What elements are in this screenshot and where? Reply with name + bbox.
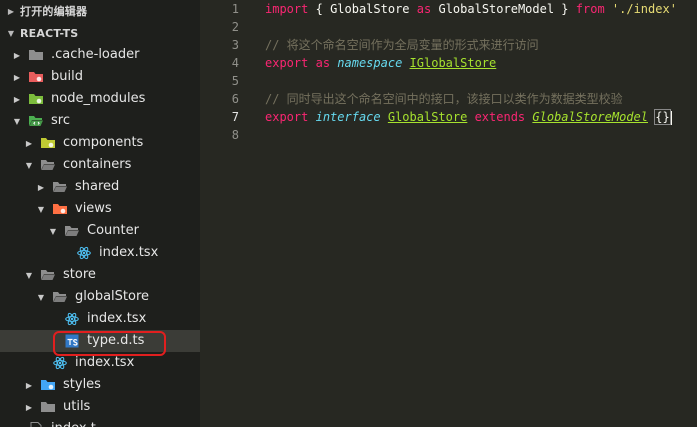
tree-item-label: build — [51, 69, 83, 84]
chevron-down-icon[interactable]: ▼ — [11, 117, 23, 126]
chevron-right-icon[interactable]: ▶ — [35, 183, 47, 192]
code-editor[interactable]: 1 2 3 4 5 6 7 8 import { GlobalStore as GlobalS… — [200, 0, 697, 427]
line-number: 5 — [231, 74, 239, 88]
tree-item[interactable]: ▼ src — [0, 110, 200, 132]
chevron-down-icon[interactable]: ▼ — [35, 205, 47, 214]
code-line-4[interactable]: export as namespace IGlobalStore — [265, 54, 695, 72]
code-line-6[interactable]: // 同时导出这个命名空间中的接口，该接口以类作为数据类型校验 — [265, 90, 695, 108]
folder-views-icon — [53, 202, 67, 216]
text-cursor — [669, 110, 672, 125]
tree-item[interactable]: ▶index.tsx — [0, 242, 200, 264]
tree-item-label: containers — [63, 157, 132, 172]
tree-item[interactable]: ▶index.tsx — [0, 308, 200, 330]
file-icon — [29, 422, 43, 427]
tree-item[interactable]: ▼ containers — [0, 154, 200, 176]
tree-item-label: components — [63, 135, 144, 150]
line-number: 6 — [231, 92, 239, 106]
project-header[interactable]: ▼ REACT-TS — [0, 22, 200, 44]
chevron-right-icon[interactable]: ▶ — [11, 51, 23, 60]
chevron-down-icon[interactable]: ▼ — [23, 161, 35, 170]
tree-item-label: styles — [63, 377, 101, 392]
tree-item[interactable]: ▶ styles — [0, 374, 200, 396]
line-number-gutter: 1 2 3 4 5 6 7 8 — [200, 0, 250, 144]
tree-item[interactable]: ▶ components — [0, 132, 200, 154]
folder-build-icon — [29, 70, 43, 84]
code-line-8[interactable] — [265, 126, 695, 144]
tree-item[interactable]: ▶ build — [0, 66, 200, 88]
react-icon — [53, 356, 67, 370]
tree-item-label: index.tsx — [75, 355, 135, 370]
react-icon — [77, 246, 91, 260]
tree-item[interactable]: ▼ views — [0, 198, 200, 220]
tree-item-label: node_modules — [51, 91, 146, 106]
tree-item-label: Counter — [87, 223, 139, 238]
tree-item[interactable]: ▶ node_modules — [0, 88, 200, 110]
line-number: 1 — [231, 2, 239, 16]
tree-item[interactable]: ▶ utils — [0, 396, 200, 418]
folder-open-icon — [41, 158, 55, 172]
tree-item-label: utils — [63, 399, 91, 414]
chevron-right-icon[interactable]: ▶ — [23, 139, 35, 148]
chevron-down-icon: ▼ — [7, 28, 15, 38]
typescript-icon — [65, 334, 79, 348]
tree-item-label: globalStore — [75, 289, 150, 304]
explorer-sidebar: ▶ 打开的编辑器 ▼ REACT-TS ▶ .cache-loader ▶ build… — [0, 0, 200, 427]
tree-item[interactable]: ▼ globalStore — [0, 286, 200, 308]
code-line-5[interactable] — [265, 72, 695, 90]
folder-icon — [29, 48, 43, 62]
vscode-window: ▶ 打开的编辑器 ▼ REACT-TS ▶ .cache-loader ▶ build… — [0, 0, 697, 427]
line-number: 3 — [231, 38, 239, 52]
chevron-right-icon[interactable]: ▶ — [11, 73, 23, 82]
line-number: 8 — [231, 128, 239, 142]
folder-styles-icon — [41, 378, 55, 392]
chevron-down-icon[interactable]: ▼ — [35, 293, 47, 302]
code-line-2[interactable] — [265, 18, 695, 36]
chevron-right-icon[interactable]: ▶ — [23, 381, 35, 390]
tree-item-label: type.d.ts — [87, 333, 145, 348]
tree-item[interactable]: ▼ Counter — [0, 220, 200, 242]
chevron-down-icon[interactable]: ▼ — [47, 227, 59, 236]
tree-item[interactable]: ▶type.d.ts — [0, 330, 200, 352]
code-line-1[interactable]: import { GlobalStore as GlobalStoreModel… — [265, 0, 695, 18]
tree-item-label: index.tsx — [99, 245, 159, 260]
folder-open-icon — [65, 224, 79, 238]
folder-components-icon — [41, 136, 55, 150]
chevron-right-icon[interactable]: ▶ — [23, 403, 35, 412]
folder-open-icon — [53, 180, 67, 194]
tree-item-label: views — [75, 201, 112, 216]
chevron-down-icon[interactable]: ▼ — [23, 271, 35, 280]
tree-item[interactable]: ▶index.t... — [0, 418, 200, 427]
tree-item[interactable]: ▶index.tsx — [0, 352, 200, 374]
tree-item[interactable]: ▼ store — [0, 264, 200, 286]
code-line-3[interactable]: // 将这个命名空间作为全局变量的形式来进行访问 — [265, 36, 695, 54]
tree-item[interactable]: ▶ .cache-loader — [0, 44, 200, 66]
tree-item-label: shared — [75, 179, 120, 194]
tree-item-label: store — [63, 267, 96, 282]
folder-node-icon — [29, 92, 43, 106]
folder-open-icon — [41, 268, 55, 282]
folder-open-icon — [53, 290, 67, 304]
tree-item[interactable]: ▶ shared — [0, 176, 200, 198]
code-content[interactable]: import { GlobalStore as GlobalStoreModel… — [265, 0, 695, 144]
tree-item-label: .cache-loader — [51, 47, 140, 62]
tree-item-label: src — [51, 113, 70, 128]
tree-item-label: index.tsx — [87, 311, 147, 326]
tree-item-label: index.t... — [51, 418, 108, 427]
file-tree: ▶ .cache-loader ▶ build ▶ node_modules ▼ src ▶ co… — [0, 44, 200, 427]
folder-icon — [41, 400, 55, 414]
line-number: 7 — [231, 110, 239, 124]
open-editors-header[interactable]: ▶ 打开的编辑器 — [0, 0, 200, 22]
react-icon — [65, 312, 79, 326]
folder-src-icon — [29, 114, 43, 128]
line-number: 4 — [231, 56, 239, 70]
chevron-right-icon[interactable]: ▶ — [11, 95, 23, 104]
code-line-7[interactable]: export interface GlobalStore extends Glo… — [265, 108, 695, 126]
chevron-right-icon: ▶ — [7, 6, 15, 16]
line-number: 2 — [231, 20, 239, 34]
